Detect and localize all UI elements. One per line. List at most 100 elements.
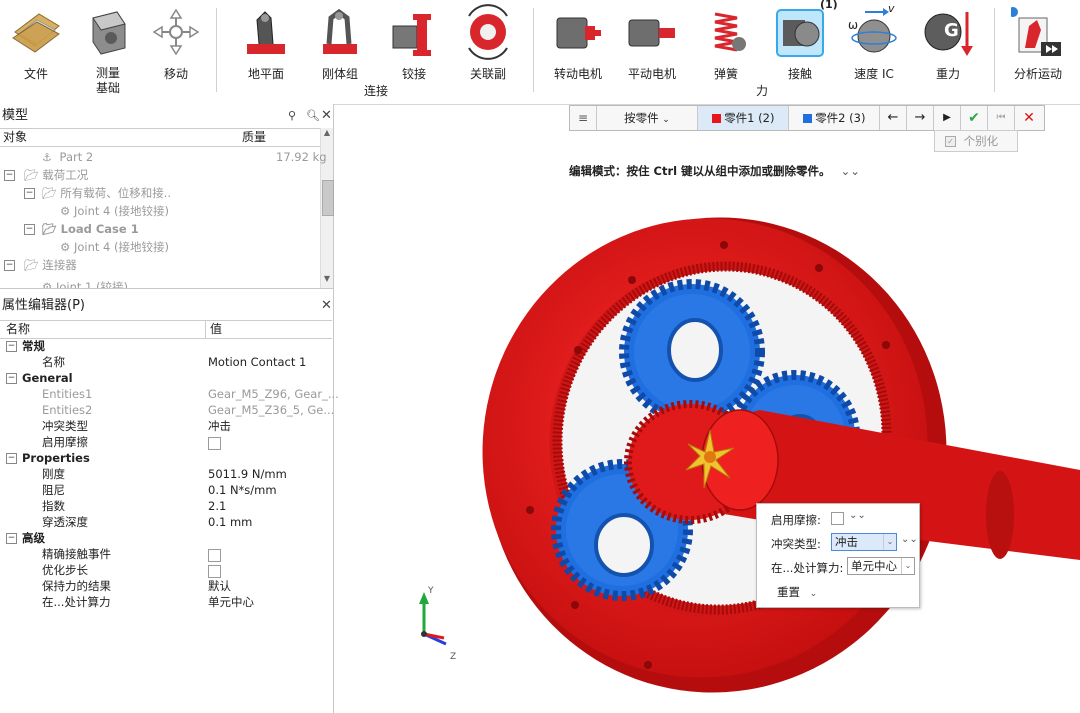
collapse-icon[interactable]: − — [6, 533, 17, 544]
close-icon[interactable]: ✕ — [321, 296, 332, 316]
precise-contact-checkbox[interactable] — [208, 549, 221, 562]
tree-item-joint4[interactable]: ⚙︎ Joint 4 (接地铰接) — [60, 202, 169, 220]
collapse-icon[interactable]: − — [6, 453, 17, 464]
tool-label: 移动 — [163, 67, 188, 81]
section-properties[interactable]: − Properties — [0, 450, 333, 466]
prop-panel-title: 属性编辑器(P) — [2, 298, 85, 313]
contact-tool[interactable]: (1) 接触 — [772, 0, 838, 100]
prop-row-precise-contact[interactable]: 精确接触事件 — [0, 546, 333, 562]
impact-type-label: 冲突类型: — [771, 537, 821, 551]
analyze-motion-tool[interactable]: 分析运动 — [1010, 0, 1066, 100]
scroll-thumb[interactable] — [322, 180, 334, 216]
prop-row-name[interactable]: 名称 Motion Contact 1 — [0, 354, 333, 370]
col-object[interactable]: 对象 — [3, 129, 27, 146]
ribbon-toolbar: 文件 测量 基础 移动 地平面 刚体组 铰接 关联副 连接 转动电机 平动电机 … — [0, 0, 1080, 105]
triad-z-label: Z — [450, 652, 457, 662]
tree-item-loadcases[interactable]: − 📂︎ 载荷工况 — [4, 166, 88, 184]
measure-tool[interactable]: 测量 基础 — [80, 0, 136, 100]
linear-motor-tool[interactable]: 平动电机 — [624, 0, 680, 100]
collapse-icon[interactable]: − — [6, 373, 17, 384]
prop-row-friction[interactable]: 启用摩擦 — [0, 434, 333, 450]
velocity-ic-tool[interactable]: v ω 速度 IC — [846, 0, 902, 100]
coupler-tool[interactable]: 关联副 — [460, 0, 516, 100]
col-mass[interactable]: 质量 — [242, 129, 266, 146]
prop-panel-header: 属性编辑器(P) ✕ — [0, 296, 333, 316]
expand-double-chevron-icon[interactable]: ⌄⌄ — [901, 534, 918, 545]
play-icon[interactable]: ▶ — [934, 106, 961, 130]
folder-icon: 📂︎ — [24, 258, 39, 272]
col-name[interactable]: 名称 — [6, 321, 30, 338]
spring-tool[interactable]: 弹簧 — [698, 0, 754, 100]
col-value[interactable]: 值 — [210, 321, 222, 338]
collapse-icon[interactable]: − — [24, 224, 35, 235]
skip-back-icon[interactable]: ⏮ — [988, 106, 1015, 130]
close-icon[interactable]: ✕ — [321, 106, 332, 126]
file-tool[interactable]: 文件 — [8, 0, 64, 100]
collapse-icon[interactable]: − — [24, 188, 35, 199]
search-icon[interactable]: 🔍︎ — [306, 106, 320, 126]
tree-item-joint1[interactable]: ⚙︎ Joint 1 (铰接) — [42, 278, 128, 288]
check-icon[interactable]: ✔ — [961, 106, 988, 130]
menu-icon[interactable]: ≡ — [570, 106, 597, 130]
hinge-tool[interactable]: 铰接 — [386, 0, 442, 100]
tree-item-loadcase1[interactable]: − 📂︎ Load Case 1 — [24, 220, 139, 238]
ground-joint-tool[interactable]: 地平面 — [238, 0, 294, 100]
gravity-letter: G — [944, 20, 959, 41]
prop-row-damping[interactable]: 阻尼 0.1 N*s/mm — [0, 482, 333, 498]
scroll-down-icon[interactable]: ▼ — [322, 274, 332, 286]
prop-row-stiffness[interactable]: 刚度 5011.9 N/mm — [0, 466, 333, 482]
impact-type-select[interactable]: 冲击 ⌄ — [831, 533, 897, 551]
separator — [216, 8, 217, 92]
prop-row-optimize-step[interactable]: 优化步长 — [0, 562, 333, 578]
prop-row-exponent[interactable]: 指数 2.1 — [0, 498, 333, 514]
column-divider — [205, 320, 206, 339]
part1-button[interactable]: 零件1 (2) — [698, 106, 789, 130]
optimize-step-checkbox[interactable] — [208, 565, 221, 578]
by-part-dropdown[interactable]: 按零件 ⌄ — [597, 106, 698, 130]
move-tool[interactable]: 移动 — [148, 0, 204, 100]
rigid-group-tool[interactable]: 刚体组 — [312, 0, 368, 100]
gravity-tool[interactable]: G 重力 — [920, 0, 976, 100]
folder-icon: 📂︎ — [24, 168, 39, 182]
friction-checkbox[interactable] — [208, 437, 221, 450]
collapse-icon[interactable]: − — [4, 170, 15, 181]
tree-item-all-loads[interactable]: − 📂︎ 所有载荷、位移和接.. — [24, 184, 171, 202]
cancel-icon[interactable]: ✕ — [1015, 106, 1043, 130]
joint-icon: ⚙︎ — [60, 240, 71, 254]
section-general-cn[interactable]: − 常规 — [0, 338, 333, 354]
loadcase-icon: 📂︎ — [42, 222, 57, 236]
tree-item-connectors[interactable]: − 📂︎ 连接器 — [4, 256, 77, 274]
scroll-up-icon[interactable]: ▲ — [322, 128, 332, 140]
part2-button[interactable]: 零件2 (3) — [789, 106, 880, 130]
joint-icon: ⚙︎ — [60, 204, 71, 218]
prop-row-penetration[interactable]: 穿透深度 0.1 mm — [0, 514, 333, 530]
rotary-motor-tool[interactable]: 转动电机 — [550, 0, 606, 100]
collapse-icon[interactable]: − — [4, 260, 15, 271]
prop-row-entities1[interactable]: Entities1 Gear_M5_Z96, Gear_... — [0, 386, 339, 402]
friction-toggle-checkbox[interactable] — [831, 512, 844, 525]
tool-label: 关联副 — [469, 67, 506, 81]
tree-item-joint4b[interactable]: ⚙︎ Joint 4 (接地铰接) — [60, 238, 169, 256]
folder-icon: 📂︎ — [42, 186, 57, 200]
arrow-left-icon[interactable]: ← — [880, 106, 907, 130]
arrow-right-icon[interactable]: → — [907, 106, 934, 130]
blue-swatch-icon — [802, 114, 812, 123]
prop-row-entities2[interactable]: Entities2 Gear_M5_Z36_5, Ge... — [0, 402, 334, 418]
prop-table-header: 名称 值 — [0, 320, 332, 339]
tree-item-part2[interactable]: ⚓︎ Part 2 17.92 kg — [42, 148, 327, 166]
prop-row-compute-at[interactable]: 在...处计算力 单元中心 — [0, 594, 333, 610]
omega-symbol: ω — [848, 18, 859, 32]
prop-row-keep-force[interactable]: 保持力的结果 默认 — [0, 578, 333, 594]
section-advanced[interactable]: − 高级 — [0, 530, 333, 546]
collapse-icon[interactable]: − — [6, 341, 17, 352]
compute-at-select[interactable]: 单元中心 ⌄ — [847, 557, 915, 575]
expand-double-chevron-icon[interactable]: ⌄⌄ — [849, 510, 866, 521]
velocity-symbol: v — [888, 2, 895, 15]
friction-label: 启用摩擦: — [771, 513, 821, 527]
prop-row-impact-type[interactable]: 冲突类型 冲击 — [0, 418, 333, 434]
section-general[interactable]: − General — [0, 370, 333, 386]
3d-viewport[interactable] — [334, 130, 1080, 713]
planet-gear-top[interactable] — [619, 279, 765, 425]
binoculars-icon[interactable]: ⚲ — [288, 106, 296, 126]
reset-button[interactable]: 重置 ⌄ — [777, 584, 817, 600]
